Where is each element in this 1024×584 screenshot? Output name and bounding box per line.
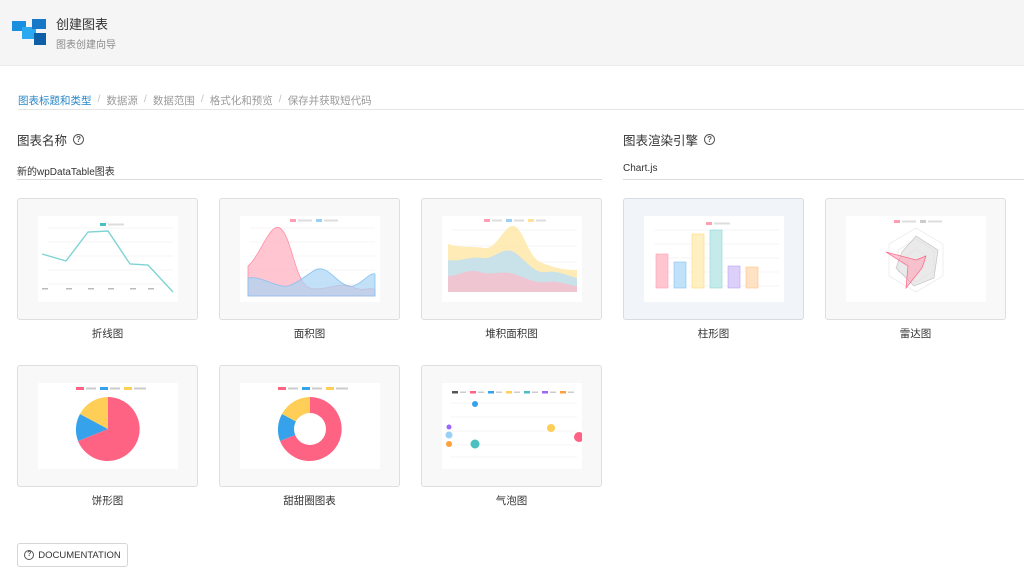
bubble-chart-thumbnail xyxy=(442,383,582,469)
chart-type-column-label[interactable]: 柱形图 xyxy=(623,326,804,341)
area-chart-preview xyxy=(247,219,376,297)
column-chart-preview xyxy=(654,222,779,289)
pie-chart-preview xyxy=(75,387,146,461)
radar-chart-preview xyxy=(885,220,944,293)
chart-type-area-label[interactable]: 面积图 xyxy=(219,326,400,341)
stacked-area-chart-thumbnail xyxy=(442,216,582,302)
chart-type-doughnut-label[interactable]: 甜甜圈图表 xyxy=(219,493,400,508)
breadcrumb-separator: / xyxy=(143,93,147,105)
chart-name-input[interactable]: 新的wpDataTable图表 xyxy=(17,161,602,180)
breadcrumb-separator: / xyxy=(97,93,101,105)
page-title: 创建图表 xyxy=(56,17,109,32)
documentation-button[interactable]: ? DOCUMENTATION xyxy=(17,543,128,567)
page-header: 创建图表 图表创建向导 xyxy=(0,0,1024,66)
documentation-button-label: DOCUMENTATION xyxy=(38,549,121,561)
render-engine-select[interactable]: Chart.js xyxy=(623,161,1024,180)
render-engine-label-text: 图表渲染引擎 xyxy=(623,134,699,148)
wizard-breadcrumb: 图表标题和类型 / 数据源 / 数据范围 / 格式化和预览 / 保存并获取短代码 xyxy=(18,93,1024,110)
bubble-chart-preview xyxy=(445,391,582,458)
wpdatatables-logo-icon xyxy=(12,19,46,45)
chart-type-stacked-area-label[interactable]: 堆积面积图 xyxy=(421,326,602,341)
chart-type-stacked-area[interactable] xyxy=(421,198,602,320)
line-chart-thumbnail xyxy=(38,216,178,302)
breadcrumb-step-title-type[interactable]: 图表标题和类型 xyxy=(18,93,92,108)
radar-chart-thumbnail xyxy=(846,216,986,302)
question-circle-icon[interactable]: ? xyxy=(704,134,716,145)
doughnut-chart-preview xyxy=(277,387,348,461)
chart-name-label: 图表名称 ? xyxy=(17,130,85,149)
chart-type-area[interactable] xyxy=(219,198,400,320)
chart-type-bubble-label[interactable]: 气泡图 xyxy=(421,493,602,508)
question-circle-icon[interactable]: ? xyxy=(73,134,85,145)
breadcrumb-step-data-range[interactable]: 数据范围 xyxy=(153,93,195,108)
breadcrumb-separator: / xyxy=(200,93,204,105)
chart-type-radar[interactable] xyxy=(825,198,1006,320)
chart-type-line-label[interactable]: 折线图 xyxy=(17,326,198,341)
chart-type-pie-label[interactable]: 饼形图 xyxy=(17,493,198,508)
column-chart-thumbnail xyxy=(644,216,784,302)
chart-type-column[interactable] xyxy=(623,198,804,320)
stacked-area-chart-preview xyxy=(448,219,577,292)
chart-name-label-text: 图表名称 xyxy=(17,134,68,148)
area-chart-thumbnail xyxy=(240,216,380,302)
chart-type-radar-label[interactable]: 雷达图 xyxy=(825,326,1006,341)
chart-type-bubble[interactable] xyxy=(421,365,602,487)
render-engine-label: 图表渲染引擎 ? xyxy=(623,130,716,149)
page-subtitle: 图表创建向导 xyxy=(56,40,116,51)
chart-type-doughnut[interactable] xyxy=(219,365,400,487)
breadcrumb-step-save-shortcode[interactable]: 保存并获取短代码 xyxy=(288,93,372,108)
doughnut-chart-thumbnail xyxy=(240,383,380,469)
line-chart-preview xyxy=(41,223,174,293)
chart-type-pie[interactable] xyxy=(17,365,198,487)
breadcrumb-step-data-source[interactable]: 数据源 xyxy=(106,93,138,108)
breadcrumb-step-format-preview[interactable]: 格式化和预览 xyxy=(210,93,273,108)
chart-type-line[interactable] xyxy=(17,198,198,320)
question-circle-icon: ? xyxy=(24,550,35,560)
pie-chart-thumbnail xyxy=(38,383,178,469)
breadcrumb-separator: / xyxy=(278,93,282,105)
